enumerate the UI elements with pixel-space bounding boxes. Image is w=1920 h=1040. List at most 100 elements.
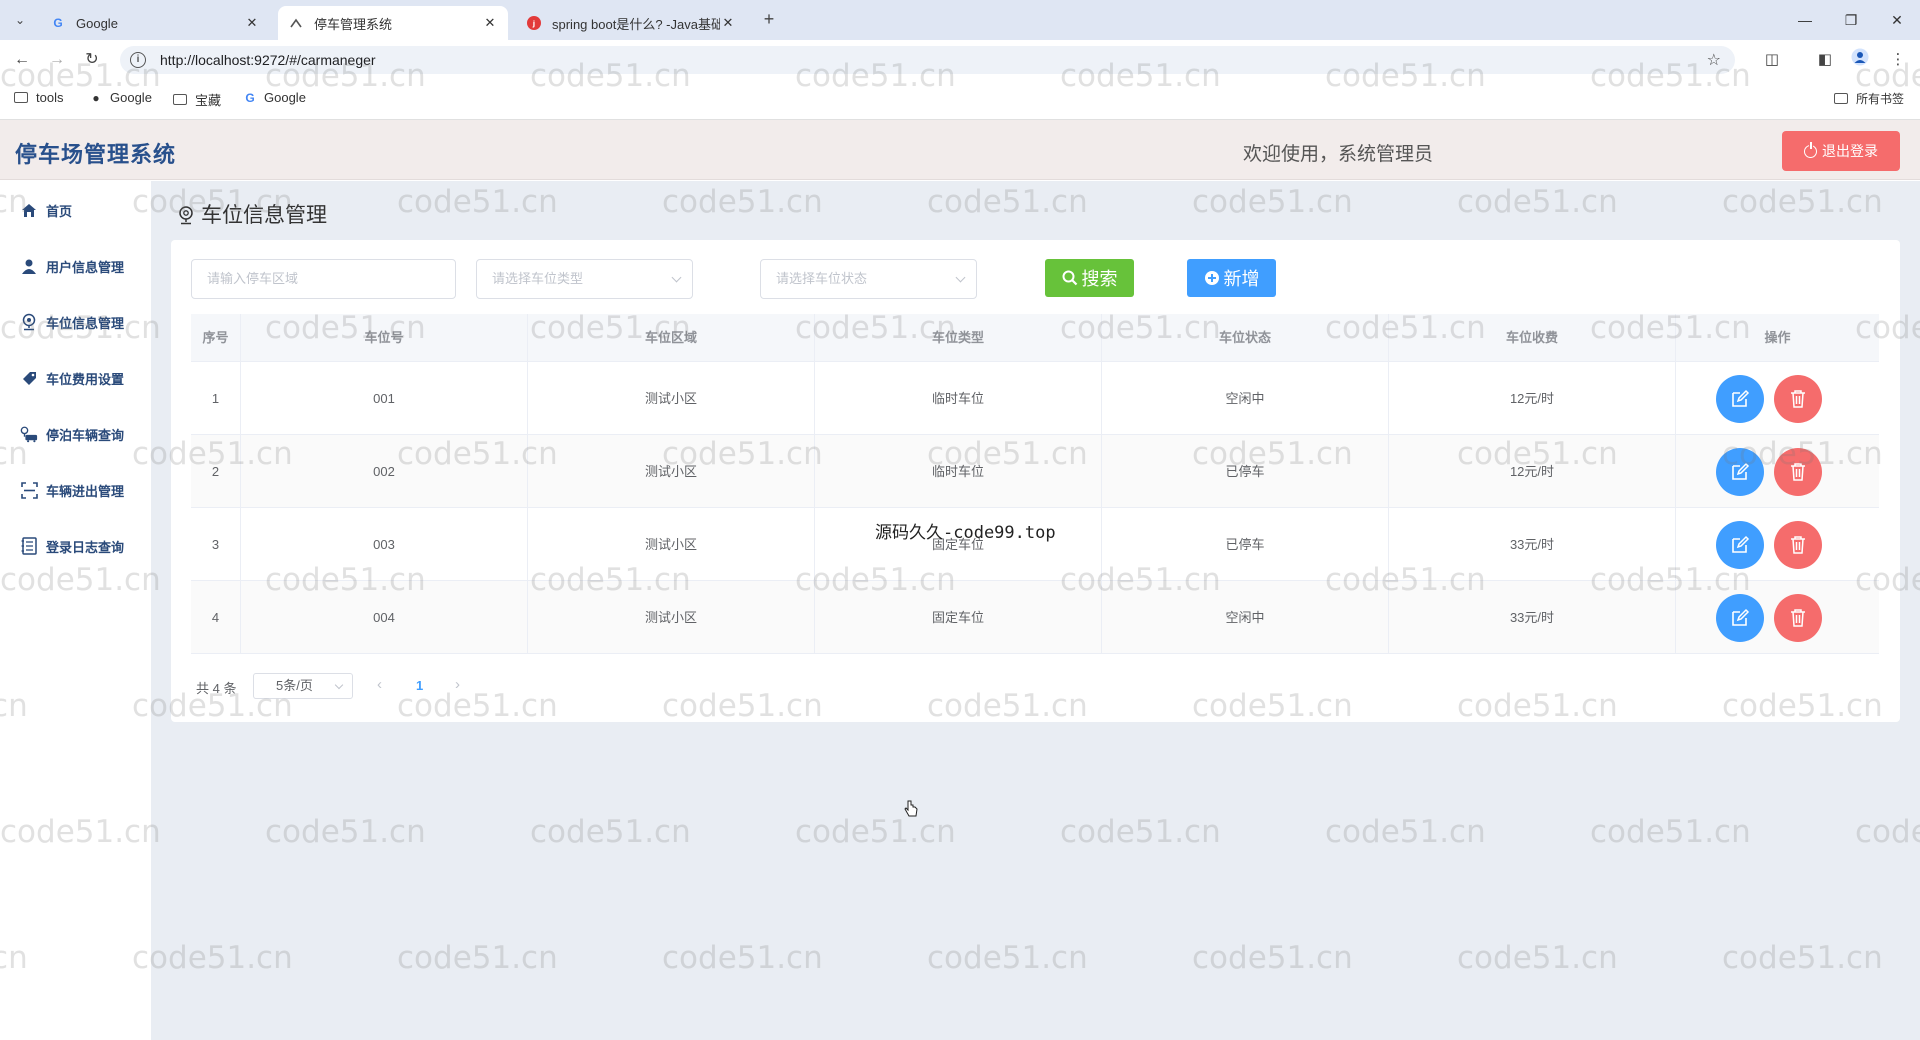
bookmark-google-2[interactable]: G Google bbox=[242, 90, 306, 105]
logout-button[interactable]: 退出登录 bbox=[1782, 131, 1900, 171]
sidebar-item-spaces[interactable]: 车位信息管理 bbox=[20, 310, 124, 334]
app-header: 停车场管理系统 欢迎使用，系统管理员 退出登录 bbox=[0, 120, 1920, 180]
bookmark-label: tools bbox=[36, 90, 64, 105]
area-search-input[interactable]: 请输入停车区域 bbox=[191, 259, 456, 299]
select-placeholder: 请选择车位状态 bbox=[776, 271, 868, 286]
bookmark-tools[interactable]: tools bbox=[14, 90, 63, 105]
edit-button[interactable] bbox=[1716, 375, 1764, 423]
page-number-current[interactable]: 1 bbox=[416, 678, 423, 693]
space-type-select[interactable]: 请选择车位类型 bbox=[476, 259, 693, 299]
search-button[interactable]: 搜索 bbox=[1045, 259, 1134, 297]
delete-button[interactable] bbox=[1774, 448, 1822, 496]
close-window-icon[interactable]: ✕ bbox=[1882, 6, 1912, 34]
new-tab-icon[interactable]: + bbox=[757, 8, 781, 32]
delete-button[interactable] bbox=[1774, 521, 1822, 569]
price-tag-icon bbox=[20, 369, 38, 387]
globe-icon: ● bbox=[92, 90, 100, 105]
space-status-select[interactable]: 请选择车位状态 bbox=[760, 259, 977, 299]
sidebar-item-fees[interactable]: 车位费用设置 bbox=[20, 366, 124, 390]
cell-index: 1 bbox=[191, 362, 241, 435]
edit-icon bbox=[1732, 535, 1750, 553]
cell-type: 固定车位 bbox=[815, 581, 1102, 654]
google-icon: G bbox=[245, 90, 255, 105]
url-text: http://localhost:9272/#/carmaneger bbox=[160, 52, 376, 68]
table-row: 2 002 测试小区 临时车位 已停车 12元/时 bbox=[191, 435, 1879, 508]
sidebar-item-label: 用户信息管理 bbox=[46, 259, 125, 275]
cell-type: 临时车位 bbox=[815, 362, 1102, 435]
all-bookmarks[interactable]: 所有书签 bbox=[1834, 90, 1904, 107]
cell-status: 空闲中 bbox=[1102, 581, 1389, 654]
edit-icon bbox=[1732, 462, 1750, 480]
chevron-down-icon bbox=[334, 680, 344, 690]
google-icon: G bbox=[53, 16, 63, 30]
location-icon bbox=[177, 205, 195, 225]
hand-cursor-icon bbox=[903, 800, 919, 818]
reload-icon[interactable]: ↻ bbox=[80, 48, 104, 72]
cell-index: 4 bbox=[191, 581, 241, 654]
svg-text:j: j bbox=[532, 20, 535, 28]
next-page-icon[interactable]: › bbox=[455, 676, 460, 693]
restore-icon[interactable]: ❐ bbox=[1836, 6, 1866, 34]
minimize-icon[interactable]: — bbox=[1790, 6, 1820, 34]
add-button[interactable]: 新增 bbox=[1187, 259, 1276, 297]
sidebar-item-label: 车位费用设置 bbox=[46, 371, 125, 387]
car-icon bbox=[20, 425, 38, 443]
sidebar-item-entry-exit[interactable]: 车辆进出管理 bbox=[20, 478, 124, 502]
browser-tab-parking[interactable]: 停车管理系统 ✕ bbox=[278, 6, 508, 40]
search-label: 搜索 bbox=[1081, 269, 1118, 289]
bookmark-treasure[interactable]: 宝藏 bbox=[173, 90, 221, 109]
tab-search-chevron-icon[interactable]: ⌄ bbox=[8, 8, 32, 32]
sidebar-item-home[interactable]: 首页 bbox=[20, 198, 72, 222]
forward-icon[interactable]: → bbox=[45, 48, 69, 72]
parking-icon bbox=[288, 15, 304, 31]
trash-icon bbox=[1791, 609, 1805, 627]
edit-button[interactable] bbox=[1716, 448, 1764, 496]
browser-tab-springboot[interactable]: j spring boot是什么? -Java基础 ✕ bbox=[516, 6, 746, 40]
browser-menu-icon[interactable]: ⋮ bbox=[1886, 48, 1910, 72]
cell-status: 已停车 bbox=[1102, 508, 1389, 581]
profile-avatar-icon[interactable] bbox=[1848, 48, 1872, 72]
sidebar-item-parked-cars[interactable]: 停泊车辆查询 bbox=[20, 422, 124, 446]
cell-area: 测试小区 bbox=[528, 581, 815, 654]
folder-icon bbox=[14, 92, 28, 103]
delete-button[interactable] bbox=[1774, 375, 1822, 423]
close-tab-icon[interactable]: ✕ bbox=[720, 15, 736, 31]
back-icon[interactable]: ← bbox=[10, 48, 34, 72]
bookmarks-bar: tools ● Google 宝藏 G Google 所有书签 bbox=[0, 80, 1920, 120]
cell-index: 2 bbox=[191, 435, 241, 508]
site-info-icon[interactable]: i bbox=[130, 52, 146, 68]
edit-icon bbox=[1732, 608, 1750, 626]
cell-actions bbox=[1676, 362, 1879, 435]
close-tab-icon[interactable]: ✕ bbox=[482, 15, 498, 31]
page-size-select[interactable]: 5条/页 bbox=[253, 673, 353, 699]
prev-page-icon[interactable]: ‹ bbox=[377, 676, 382, 693]
folder-icon bbox=[1834, 93, 1848, 104]
close-tab-icon[interactable]: ✕ bbox=[244, 15, 260, 31]
plus-circle-icon bbox=[1204, 270, 1220, 286]
url-bar[interactable]: i http://localhost:9272/#/carmaneger ☆ bbox=[120, 46, 1735, 74]
edit-button[interactable] bbox=[1716, 594, 1764, 642]
bookmark-google-1[interactable]: ● Google bbox=[88, 90, 152, 105]
cell-space-no: 004 bbox=[241, 581, 528, 654]
sidebar-item-login-logs[interactable]: 登录日志查询 bbox=[20, 534, 124, 558]
cell-area: 测试小区 bbox=[528, 362, 815, 435]
side-panel-icon[interactable]: ◧ bbox=[1813, 48, 1837, 72]
table-row: 4 004 测试小区 固定车位 空闲中 33元/时 bbox=[191, 581, 1879, 654]
trash-icon bbox=[1791, 463, 1805, 481]
scan-icon bbox=[20, 481, 38, 499]
column-header: 车位区域 bbox=[528, 314, 815, 362]
extensions-icon[interactable]: ◫ bbox=[1760, 48, 1784, 72]
search-icon bbox=[1062, 270, 1078, 286]
page-title: 车位信息管理 bbox=[201, 204, 327, 227]
bookmark-star-icon[interactable]: ☆ bbox=[1707, 50, 1721, 70]
bookmark-label: 所有书签 bbox=[1856, 92, 1905, 106]
browser-tab-google[interactable]: G Google ✕ bbox=[40, 6, 270, 40]
delete-button[interactable] bbox=[1774, 594, 1822, 642]
sidebar-item-users[interactable]: 用户信息管理 bbox=[20, 254, 124, 278]
cell-fee: 33元/时 bbox=[1389, 508, 1676, 581]
cell-space-no: 001 bbox=[241, 362, 528, 435]
cell-type: 临时车位 bbox=[815, 435, 1102, 508]
bookmark-label: 宝藏 bbox=[195, 93, 222, 108]
folder-icon bbox=[173, 94, 187, 105]
edit-button[interactable] bbox=[1716, 521, 1764, 569]
